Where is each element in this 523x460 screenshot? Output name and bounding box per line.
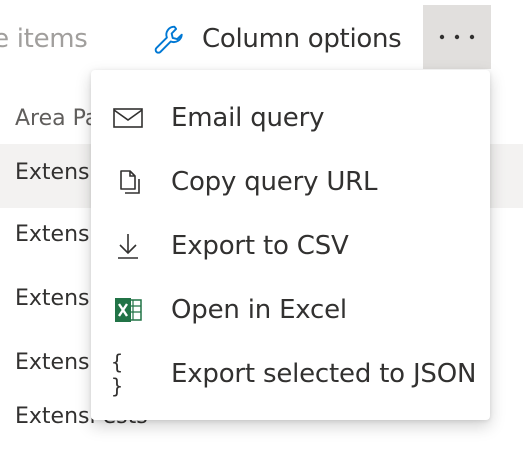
- ellipsis-icon: [439, 34, 475, 40]
- row-area-path: Extensi: [15, 222, 96, 247]
- column-options-label: Column options: [202, 24, 402, 54]
- row-area-path: Extensi: [15, 286, 96, 311]
- menu-item-email-query[interactable]: Email query: [91, 86, 490, 150]
- command-bar: ve items Column options: [0, 0, 523, 72]
- menu-item-copy-query-url[interactable]: Copy query URL: [91, 150, 490, 214]
- menu-item-open-in-excel[interactable]: Open in Excel: [91, 278, 490, 342]
- menu-item-export-json[interactable]: { } Export selected to JSON: [91, 342, 490, 406]
- column-header-area-path[interactable]: Area Pa: [15, 106, 98, 131]
- mail-icon: [111, 102, 145, 134]
- menu-item-label: Export selected to JSON: [171, 359, 477, 389]
- column-options-button[interactable]: Column options: [152, 24, 412, 54]
- wrench-icon: [154, 25, 183, 54]
- move-items-button[interactable]: ve items: [0, 24, 88, 54]
- menu-item-label: Export to CSV: [171, 231, 349, 261]
- menu-item-label: Open in Excel: [171, 295, 347, 325]
- download-icon: [111, 230, 145, 262]
- braces-icon: { }: [111, 350, 124, 398]
- row-area-path: Extensi: [15, 350, 96, 375]
- menu-item-label: Copy query URL: [171, 167, 378, 197]
- copy-icon: [111, 166, 145, 198]
- menu-item-export-csv[interactable]: Export to CSV: [91, 214, 490, 278]
- menu-item-label: Email query: [171, 103, 325, 133]
- more-actions-menu: Email query Copy query URL Export to CSV: [91, 70, 490, 420]
- more-actions-button[interactable]: [423, 5, 491, 69]
- excel-icon: [111, 294, 145, 326]
- row-area-path: Extensi: [15, 160, 96, 185]
